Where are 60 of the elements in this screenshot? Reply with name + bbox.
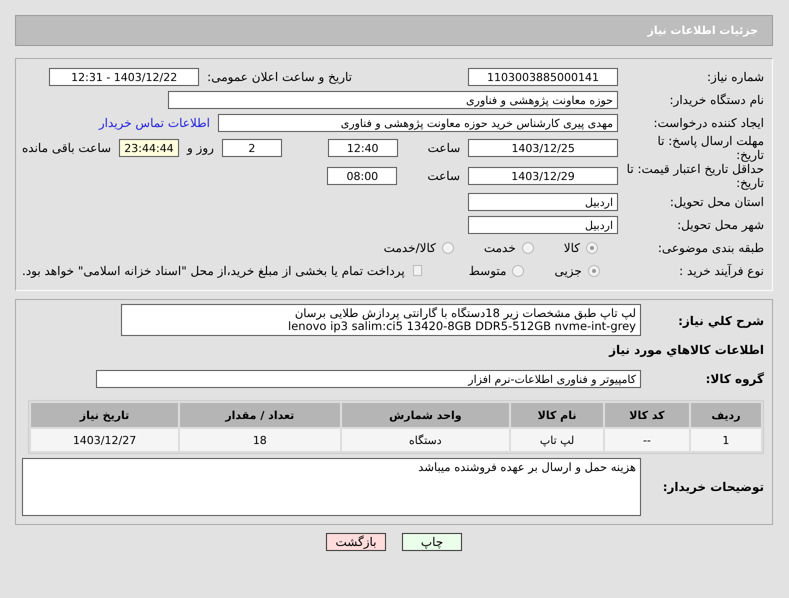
radio-button[interactable] (586, 242, 598, 254)
field-label: مهلت ارسال پاسخ: تا تاریخ: (656, 134, 764, 162)
radio-button[interactable] (512, 264, 524, 276)
column-header: تاریخ نیاز (31, 403, 178, 427)
deadline-time-field[interactable]: 12:40 (328, 139, 398, 157)
validity-time-field[interactable]: 08:00 (327, 167, 398, 185)
validity-date-field[interactable]: 1403/12/29 (468, 167, 618, 185)
radio-label: کالا (564, 240, 580, 254)
deadline-date-field[interactable]: 1403/12/25 (468, 139, 618, 157)
buyer-notes-field[interactable]: هزینه حمل و ارسال بر عهده فروشنده میباشد (22, 458, 641, 516)
field-label: توضیحات خریدار: (662, 480, 764, 494)
section-title: اطلاعات کالاهاي مورد نياز (609, 342, 764, 356)
field-label: نام دستگاه خریدار: (668, 92, 764, 106)
field-label: نوع فرآیند خرید : (678, 264, 764, 278)
radio-button[interactable] (522, 242, 534, 254)
table-cell: -- (605, 429, 689, 451)
table-cell: 18 (180, 429, 340, 451)
province-field[interactable]: اردبیل (468, 192, 618, 210)
radio-label: کالا/خدمت (384, 240, 436, 254)
field-label: ساعت (428, 141, 460, 155)
creator-field[interactable]: مهدی پیری کارشناس خرید حوزه معاونت پژوهشی و فناوری (218, 114, 618, 132)
announce-date-field[interactable]: 1403/12/22 - 12:31 (49, 68, 200, 86)
days-field[interactable]: 2 (222, 139, 282, 157)
back-button[interactable]: بازگشت (326, 533, 386, 551)
remaining-time-field[interactable]: 23:44:44 (119, 139, 179, 157)
field-label: ساعت (427, 169, 460, 183)
radio-button[interactable] (442, 242, 454, 254)
column-header: تعداد / مقدار (180, 403, 340, 427)
table-cell: دستگاه (342, 429, 510, 451)
radio-label: متوسط (468, 264, 506, 278)
table-cell: لپ تاپ (511, 429, 603, 451)
city-field[interactable]: اردبیل (468, 216, 618, 234)
field-label: شماره نیاز: (706, 70, 764, 84)
field-label: شرح کلي نياز: (677, 313, 764, 328)
print-button[interactable]: چاپ (402, 533, 462, 551)
column-header: واحد شمارش (342, 403, 510, 427)
radio-label: خدمت (484, 240, 516, 254)
need-number-field[interactable]: 1103003885000141 (468, 68, 618, 86)
field-label: تاریخ و ساعت اعلان عمومی: (207, 70, 352, 84)
checkbox[interactable] (412, 265, 422, 276)
radio-button[interactable] (588, 264, 600, 276)
table-cell: 1 (690, 429, 761, 451)
field-label: شهر محل تحویل: (676, 218, 764, 232)
column-header: نام کالا (511, 403, 603, 427)
checkbox-label: پرداخت تمام یا بخشی از مبلغ خرید،از محل "اسناد خزانه اسلامی" خواهد بود. (22, 264, 405, 278)
buyer-org-field[interactable]: حوزه معاونت پژوهشی و فناوری (168, 90, 618, 108)
field-label: حداقل تاریخ اعتبار قیمت: تا تاریخ: (626, 162, 764, 190)
contact-link[interactable]: اطلاعات تماس خریدار (98, 116, 210, 130)
goods-group-field[interactable]: کامپیوتر و فناوری اطلاعات-نرم افزار (96, 370, 641, 388)
field-label: ایجاد کننده درخواست: (652, 116, 764, 130)
field-label: روز و (186, 141, 214, 155)
column-header: ردیف (690, 403, 761, 427)
table-cell: 1403/12/27 (31, 429, 178, 451)
page-title: جزئیات اطلاعات نیاز (648, 24, 758, 37)
field-label: استان محل تحویل: (668, 194, 764, 208)
column-header: کد کالا (605, 403, 689, 427)
field-label: گروه کالا: (704, 372, 764, 386)
field-label: ساعت باقی مانده (22, 141, 112, 155)
field-label: طبقه بندی موضوعی: (656, 240, 764, 254)
radio-label: جزیی (554, 264, 582, 278)
